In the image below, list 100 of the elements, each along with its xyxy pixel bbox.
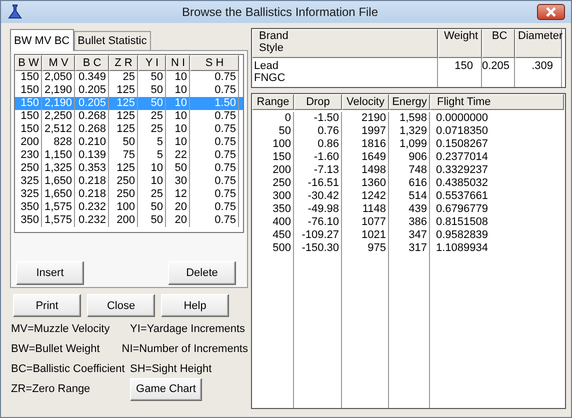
window-title: Browse the Ballistics Information File [180,5,380,19]
table-cell-text: 0 [284,112,292,125]
column-header: Brand Style [252,29,438,58]
table-cell-text: 439 [408,203,428,216]
table-cell-text: 0.8151508 [435,216,489,229]
table-cell-text: 250 [272,177,292,190]
table-cell-text: 748 [408,164,428,177]
table-cell-text: 1498 [360,164,387,177]
table-cell: Lead FNGC [252,58,438,87]
table-cell-text: 616 [408,177,428,190]
table-row[interactable]: 325 1,650 0.218 250 10 30 0.75 [15,175,243,188]
table-row[interactable]: 325 1,650 0.218 250 25 12 0.75 [15,188,243,201]
table-row[interactable]: 200 828 0.210 50 5 10 0.75 [15,136,243,149]
table-row[interactable]: 150 2,250 0.268 125 25 10 0.75 [15,110,243,123]
legend-text: YI=Yardage Increments [130,323,246,335]
table-cell-text: 1.1089934 [435,242,489,255]
column-header: Drop [294,94,342,110]
table-cell-text: 975 [366,242,387,255]
table-cell: 0.205 [482,58,515,87]
table-cell-text: 0.76 [316,125,340,138]
action-button[interactable]: Delete [168,261,236,285]
table-cell-text: 0.6796779 [435,203,489,216]
column-header: Range [252,94,294,110]
table-cell-text: 350 [272,203,292,216]
column-header: Energy [389,94,430,110]
table-cell-text: 0.5537661 [435,190,489,203]
close-button[interactable] [537,4,565,20]
table-cell-text: 450 [272,229,292,242]
table-cell-text: 514 [408,190,428,203]
legend-text: MV=Muzzle Velocity [11,323,111,335]
table-cell-text: 0.9582839 [435,229,489,242]
legend-text: BC=Ballistic Coefficient [11,363,126,375]
column-header[interactable]: S H [190,55,239,71]
legend-text: BW=Bullet Weight [11,343,101,355]
table-cell-text: 1649 [360,151,387,164]
tab[interactable]: BW MV BC [10,29,74,51]
table-cell-text: 0.4385032 [435,177,489,190]
tab[interactable]: Bullet Statistic [74,31,151,50]
table-row[interactable]: 150 2,512 0.268 125 25 10 0.75 [15,123,243,136]
table-cell-text: 2190 [360,112,387,125]
column-header[interactable]: B W [15,55,42,71]
table-row[interactable]: 230 1,150 0.139 75 5 22 0.75 [15,149,243,162]
table-cell-text: 150 [272,151,292,164]
table-cell-text: 1,329 [398,125,428,138]
table-cell-text: -1.60 [312,151,340,164]
table-cell-text: 400 [272,216,292,229]
table-cell-text: 0.86 [316,138,340,151]
table-cell-text: 500 [272,242,292,255]
table-cell-text: -49.98 [306,203,340,216]
table-cell-text: 1077 [360,216,387,229]
table-cell-text: 1,598 [398,112,428,125]
table-cell-text: 100 [272,138,292,151]
column-header: BC [482,29,515,58]
table-cell-text: 0.2377014 [435,151,489,164]
table-cell-text: 1997 [360,125,387,138]
legend-text: ZR=Zero Range [11,383,92,395]
table-cell-text: 1816 [360,138,387,151]
legend-text: SH=Sight Height [130,363,212,375]
table-cell-text: 0.0718350 [435,125,489,138]
column-header: Diameter [515,29,562,58]
game-chart-button[interactable]: Game Chart [130,378,202,400]
column-header[interactable]: Y I [138,55,166,71]
action-button[interactable]: Insert [16,261,84,285]
table-row[interactable]: 350 1,575 0.232 200 50 20 0.75 [15,214,243,227]
action-button[interactable]: Print [13,294,81,317]
table-cell-text: 1360 [360,177,387,190]
table-cell-text: 0.1508267 [435,138,489,151]
table-cell-text: -7.13 [312,164,340,177]
table-row[interactable]: 350 1,575 0.232 100 50 20 0.75 [15,201,243,214]
column-header: Velocity [342,94,389,110]
column-header: Flight Time [430,94,564,110]
legend-text: NI=Number of Increments [122,343,248,355]
table-cell-text: 1148 [361,203,387,216]
table-cell-text: 386 [408,216,428,229]
table-cell-text: 1242 [360,190,387,203]
table-cell-text: 50 [278,125,292,138]
table-cell-text: -30.42 [306,190,340,203]
action-button[interactable]: Close [87,294,155,317]
close-icon [545,7,557,17]
table-cell-text: 0.3329237 [435,164,489,177]
column-header[interactable]: M V [42,55,75,71]
table-cell-text: 1021 [360,229,387,242]
table-row[interactable]: 150 2,050 0.349 25 50 10 0.75 [15,71,243,84]
column-header[interactable]: Z R [109,55,138,71]
table-row[interactable]: 250 1,325 0.353 125 10 50 0.75 [15,162,243,175]
table-cell-text: 200 [272,164,292,177]
table-cell-text: -1.50 [312,112,340,125]
table-cell-text: -150.30 [300,242,340,255]
table-cell-text: 0.0000000 [435,112,489,125]
column-header[interactable]: B C [75,55,109,71]
table-cell: .309 [515,58,562,87]
table-cell-text: 1,099 [398,138,428,151]
table-cell-text: -109.27 [300,229,340,242]
table-cell-text: 317 [408,242,428,255]
action-button[interactable]: Help [161,294,229,317]
table-cell-text: 300 [272,190,292,203]
column-header[interactable]: N I [166,55,190,71]
table-cell-text: -16.51 [306,177,340,190]
column-header: Weight [438,29,482,58]
table-cell-text: 347 [408,229,428,242]
